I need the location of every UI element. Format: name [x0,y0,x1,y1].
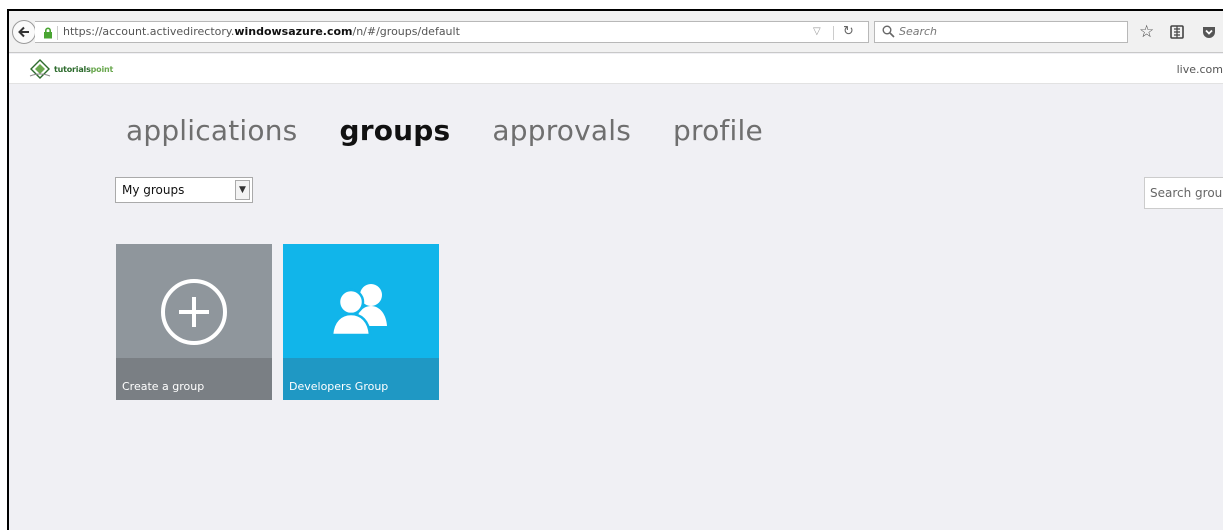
arrow-left-icon [18,26,29,38]
browser-toolbar: https://account.activedirectory.windowsa… [9,11,1223,53]
main-nav: applications groups approvals profile [126,114,763,147]
group-filter-value: My groups [122,183,185,197]
tab-profile[interactable]: profile [673,114,763,147]
chevron-down-icon[interactable]: ▼ [235,180,250,200]
url-text: https://account.activedirectory.windowsa… [63,25,460,38]
group-filter-select[interactable]: My groups ▼ [115,177,253,203]
tile-label: Create a group [122,380,205,393]
plus-circle-icon [161,279,227,345]
url-dropdown-icon[interactable]: ▽ [813,26,821,37]
tile-label-bar: Developers Group [283,358,439,400]
search-placeholder: Search [899,25,938,38]
tile-label: Developers Group [289,380,389,393]
logo-emblem-icon [29,59,51,79]
search-icon [882,25,895,38]
lock-icon [44,27,52,39]
browser-window: https://account.activedirectory.windowsa… [7,9,1223,530]
back-button[interactable] [12,20,36,44]
logo-text: tutorialspoint [54,64,114,74]
tab-approvals[interactable]: approvals [492,114,631,147]
account-link[interactable]: live.com [1177,63,1223,76]
address-bar[interactable]: https://account.activedirectory.windowsa… [35,21,869,43]
site-logo[interactable]: tutorialspoint [29,59,113,79]
browser-search-input[interactable]: Search [874,21,1128,43]
users-icon [330,284,387,336]
tab-groups[interactable]: groups [339,114,450,147]
create-group-tile[interactable]: Create a group [116,244,272,400]
reading-list-icon[interactable] [1169,22,1185,45]
reload-icon[interactable]: ↻ [843,24,854,39]
tab-applications[interactable]: applications [126,114,297,147]
developers-group-tile[interactable]: Developers Group [283,244,439,400]
search-groups-placeholder: Search groups [1150,186,1223,200]
search-groups-input[interactable]: Search groups [1144,177,1223,209]
url-divider [833,26,834,40]
bookmark-star-icon[interactable]: ☆ [1139,22,1154,42]
site-header: tutorialspoint live.com [9,54,1223,84]
pocket-icon[interactable] [1201,22,1217,45]
tile-label-bar: Create a group [116,358,272,400]
url-divider [57,26,58,40]
